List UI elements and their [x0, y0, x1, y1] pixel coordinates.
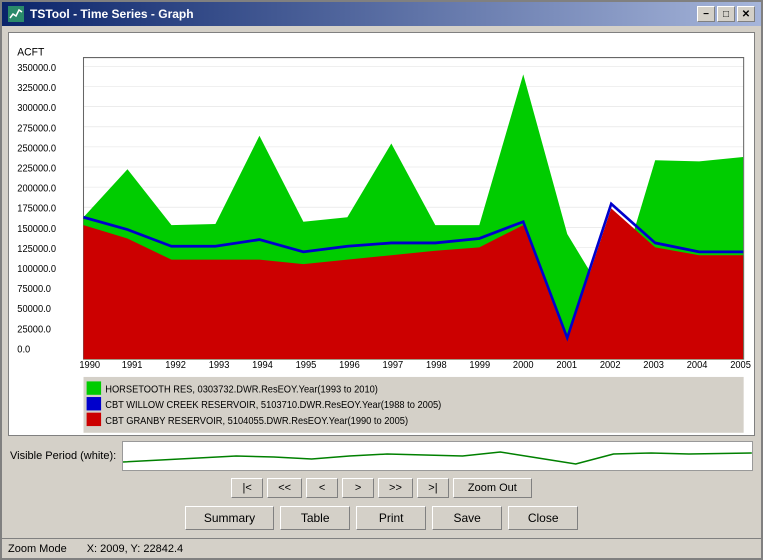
main-content: ACFT 350000.0 325000.0 300000.0 275000.0…	[2, 26, 761, 538]
title-bar: TSTool - Time Series - Graph − □ ✕	[2, 2, 761, 26]
chart-container[interactable]: ACFT 350000.0 325000.0 300000.0 275000.0…	[8, 32, 755, 436]
svg-text:ACFT: ACFT	[17, 46, 44, 58]
app-icon	[8, 6, 24, 22]
svg-text:250000.0: 250000.0	[17, 143, 56, 154]
svg-text:275000.0: 275000.0	[17, 123, 56, 134]
svg-text:50000.0: 50000.0	[17, 304, 51, 315]
svg-text:225000.0: 225000.0	[17, 163, 56, 174]
title-bar-left: TSTool - Time Series - Graph	[8, 6, 194, 22]
prev-big-button[interactable]: <<	[267, 478, 302, 498]
mini-chart[interactable]	[122, 441, 753, 471]
window-title: TSTool - Time Series - Graph	[30, 7, 194, 21]
svg-text:300000.0: 300000.0	[17, 103, 56, 114]
table-button[interactable]: Table	[280, 506, 350, 530]
svg-text:325000.0: 325000.0	[17, 83, 56, 94]
svg-text:2003: 2003	[643, 360, 664, 371]
svg-text:25000.0: 25000.0	[17, 324, 51, 335]
svg-text:1992: 1992	[165, 360, 186, 371]
next-big-button[interactable]: >>	[378, 478, 413, 498]
svg-text:125000.0: 125000.0	[17, 244, 56, 255]
chart-svg: ACFT 350000.0 325000.0 300000.0 275000.0…	[9, 33, 754, 435]
visible-period-label: Visible Period (white):	[10, 450, 116, 462]
svg-text:2002: 2002	[600, 360, 621, 371]
svg-text:1991: 1991	[122, 360, 143, 371]
svg-text:175000.0: 175000.0	[17, 203, 56, 214]
svg-text:CBT GRANBY RESERVOIR, 5104055.: CBT GRANBY RESERVOIR, 5104055.DWR.ResEOY…	[105, 416, 408, 427]
svg-text:75000.0: 75000.0	[17, 284, 51, 295]
main-window: TSTool - Time Series - Graph − □ ✕ ACFT …	[0, 0, 763, 560]
svg-text:1990: 1990	[79, 360, 100, 371]
svg-text:1996: 1996	[339, 360, 360, 371]
window-controls: − □ ✕	[697, 6, 755, 22]
save-button[interactable]: Save	[432, 506, 502, 530]
status-bar: Zoom Mode X: 2009, Y: 22842.4	[2, 538, 761, 558]
next-button[interactable]: >	[342, 478, 374, 498]
svg-text:HORSETOOTH RES, 0303732.DWR.Re: HORSETOOTH RES, 0303732.DWR.ResEOY.Year(…	[105, 384, 378, 395]
svg-text:100000.0: 100000.0	[17, 264, 56, 275]
visible-period-row: Visible Period (white):	[8, 440, 755, 472]
last-button[interactable]: >|	[417, 478, 449, 498]
svg-text:150000.0: 150000.0	[17, 223, 56, 234]
summary-button[interactable]: Summary	[185, 506, 274, 530]
svg-text:2005: 2005	[730, 360, 751, 371]
zoom-out-button[interactable]: Zoom Out	[453, 478, 532, 498]
minimize-button[interactable]: −	[697, 6, 715, 22]
svg-text:1999: 1999	[469, 360, 490, 371]
svg-text:1993: 1993	[209, 360, 230, 371]
close-button[interactable]: Close	[508, 506, 578, 530]
svg-text:350000.0: 350000.0	[17, 63, 56, 74]
action-row: Summary Table Print Save Close	[8, 504, 755, 532]
svg-text:0.0: 0.0	[17, 344, 30, 355]
zoom-mode-label: Zoom Mode	[8, 543, 67, 555]
prev-button[interactable]: <	[306, 478, 338, 498]
maximize-button[interactable]: □	[717, 6, 735, 22]
navigation-row: |< << < > >> >| Zoom Out	[8, 476, 755, 500]
svg-text:2001: 2001	[556, 360, 577, 371]
svg-text:2000: 2000	[513, 360, 534, 371]
first-button[interactable]: |<	[231, 478, 263, 498]
close-window-button[interactable]: ✕	[737, 6, 755, 22]
svg-text:CBT WILLOW CREEK RESERVOIR, 51: CBT WILLOW CREEK RESERVOIR, 5103710.DWR.…	[105, 400, 441, 411]
svg-text:1997: 1997	[383, 360, 404, 371]
svg-text:1994: 1994	[252, 360, 273, 371]
print-button[interactable]: Print	[356, 506, 426, 530]
svg-text:200000.0: 200000.0	[17, 183, 56, 194]
svg-text:2004: 2004	[687, 360, 708, 371]
svg-text:1995: 1995	[296, 360, 317, 371]
coordinates-display: X: 2009, Y: 22842.4	[87, 543, 183, 555]
svg-text:1998: 1998	[426, 360, 447, 371]
